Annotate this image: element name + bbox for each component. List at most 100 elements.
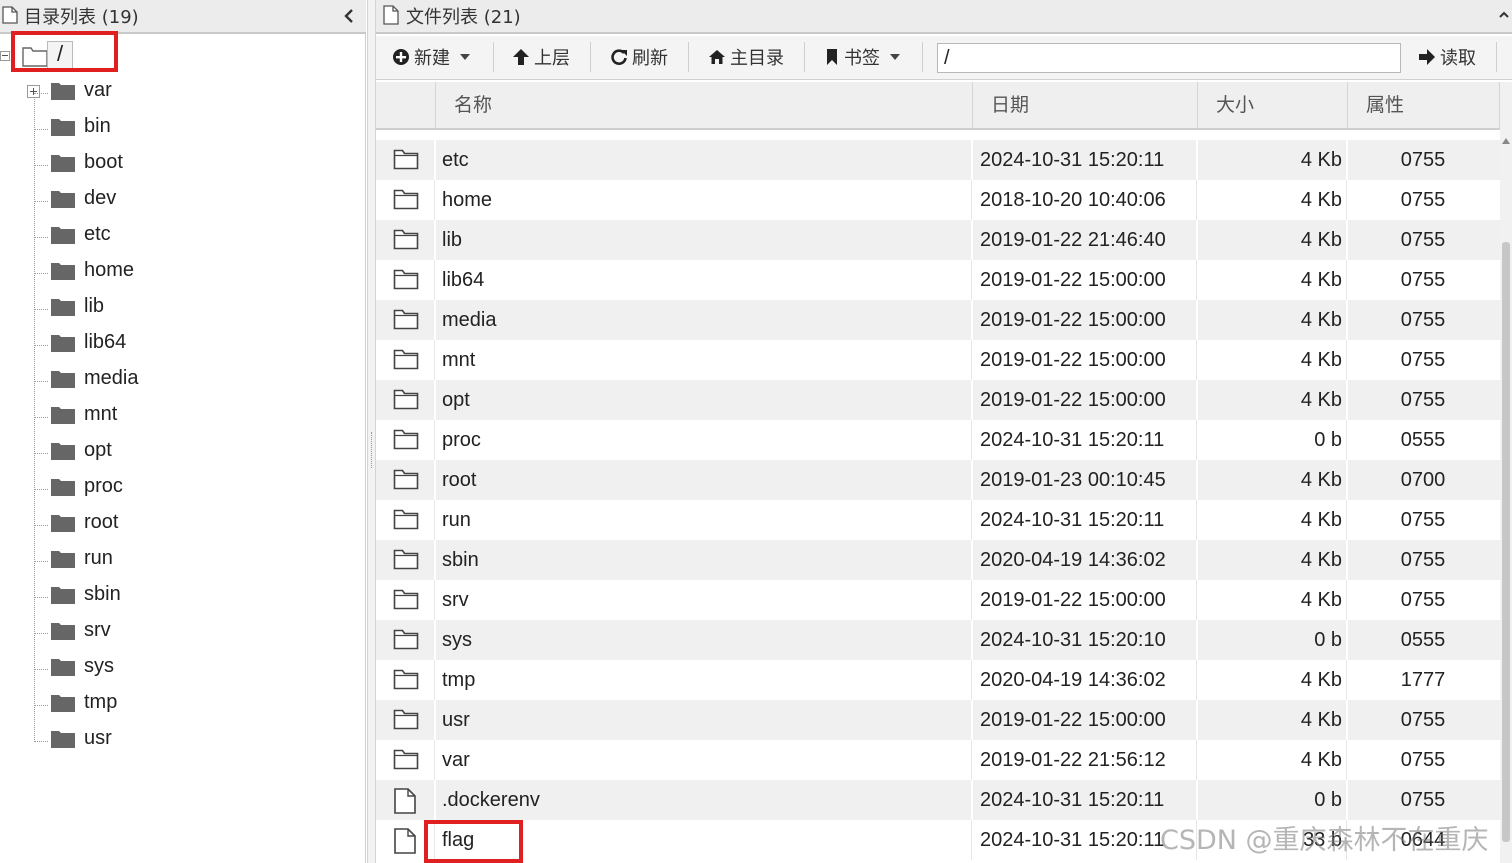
collapse-node-icon[interactable] xyxy=(0,51,10,61)
column-divider xyxy=(434,460,436,500)
folder-filled-icon xyxy=(51,83,75,100)
file-name[interactable]: media xyxy=(442,300,496,340)
tree-item-opt[interactable]: opt xyxy=(34,435,334,471)
scrollbar-thumb[interactable] xyxy=(1502,242,1510,842)
file-row-flag[interactable]: flag 2024-10-31 15:20:11 33 b 0644 xyxy=(376,820,1500,860)
folder-row-lib64[interactable]: lib64 2019-01-22 15:00:00 4 Kb 0755 xyxy=(376,260,1500,300)
file-name[interactable]: run xyxy=(442,500,471,540)
splitter-grip[interactable] xyxy=(371,432,373,468)
folder-row-lib[interactable]: lib 2019-01-22 21:46:40 4 Kb 0755 xyxy=(376,220,1500,260)
tree-item-etc[interactable]: etc xyxy=(34,219,334,255)
file-date: 2020-04-19 14:36:02 xyxy=(980,669,1166,691)
new-button[interactable]: 新建 xyxy=(392,42,470,72)
path-input[interactable] xyxy=(937,43,1401,73)
file-size: 4 Kb xyxy=(1300,189,1342,211)
folder-row-srv[interactable]: srv 2019-01-22 15:00:00 4 Kb 0755 xyxy=(376,580,1500,620)
folder-row-home[interactable]: home 2018-10-20 10:40:06 4 Kb 0755 xyxy=(376,180,1500,220)
folder-row-media[interactable]: media 2019-01-22 15:00:00 4 Kb 0755 xyxy=(376,300,1500,340)
folder-row-sbin[interactable]: sbin 2020-04-19 14:36:02 4 Kb 0755 xyxy=(376,540,1500,580)
file-name[interactable]: proc xyxy=(442,420,481,460)
file-row-dockerenv[interactable]: .dockerenv 2024-10-31 15:20:11 0 b 0755 xyxy=(376,780,1500,820)
tree-item-bin[interactable]: bin xyxy=(34,111,334,147)
tree-item-sbin[interactable]: sbin xyxy=(34,579,334,615)
directory-panel-header: 目录列表 (19) xyxy=(0,0,366,34)
file-date: 2024-10-31 15:20:11 xyxy=(980,429,1165,451)
file-name[interactable]: sys xyxy=(442,620,472,660)
tree-item-proc[interactable]: proc xyxy=(34,471,334,507)
file-name[interactable]: lib64 xyxy=(442,260,484,300)
row-icon-cell xyxy=(376,340,434,380)
chevron-up-icon[interactable] xyxy=(1498,8,1510,22)
folder-row-var[interactable]: var 2019-01-22 21:56:12 4 Kb 0755 xyxy=(376,740,1500,780)
file-name[interactable]: etc xyxy=(442,140,469,180)
column-header-size[interactable]: 大小 xyxy=(1198,82,1348,128)
file-attr: 0755 xyxy=(1400,309,1446,331)
tree-item-media[interactable]: media xyxy=(34,363,334,399)
tree-item-label: tmp xyxy=(84,691,118,713)
tree-item-sys[interactable]: sys xyxy=(34,651,334,687)
home-button[interactable]: 主目录 xyxy=(708,42,784,72)
file-name[interactable]: tmp xyxy=(442,660,475,700)
tree-item-var[interactable]: var xyxy=(34,75,334,111)
tree-item-boot[interactable]: boot xyxy=(34,147,334,183)
column-divider xyxy=(971,340,972,380)
file-date: 2019-01-22 15:00:00 xyxy=(980,709,1166,731)
file-date: 2024-10-31 15:20:11 xyxy=(980,829,1165,851)
refresh-button[interactable]: 刷新 xyxy=(610,42,668,72)
column-header-date[interactable]: 日期 xyxy=(973,82,1198,128)
column-divider xyxy=(1346,500,1347,540)
panel-splitter[interactable] xyxy=(367,0,376,863)
folder-row-run[interactable]: run 2024-10-31 15:20:11 4 Kb 0755 xyxy=(376,500,1500,540)
file-name[interactable]: .dockerenv xyxy=(442,780,540,820)
tree-connector xyxy=(34,561,48,562)
folder-filled-icon xyxy=(51,443,75,460)
file-name[interactable]: srv xyxy=(442,580,469,620)
scroll-up-icon[interactable] xyxy=(1502,138,1510,144)
vertical-scrollbar[interactable] xyxy=(1500,82,1512,863)
tree-item-dev[interactable]: dev xyxy=(34,183,334,219)
folder-row-tmp[interactable]: tmp 2020-04-19 14:36:02 4 Kb 1777 xyxy=(376,660,1500,700)
column-header-attr[interactable]: 属性 xyxy=(1348,82,1500,128)
tree-item-mnt[interactable]: mnt xyxy=(34,399,334,435)
folder-row-proc[interactable]: proc 2024-10-31 15:20:11 0 b 0555 xyxy=(376,420,1500,460)
folder-outline-icon xyxy=(393,709,419,730)
file-name[interactable]: lib xyxy=(442,220,462,260)
row-icon-cell xyxy=(376,780,434,820)
file-name[interactable]: opt xyxy=(442,380,470,420)
column-divider xyxy=(971,140,973,180)
read-button[interactable]: 读取 xyxy=(1418,42,1476,72)
column-divider xyxy=(434,540,436,580)
tree-item-root[interactable]: root xyxy=(34,507,334,543)
folder-outline-icon xyxy=(393,429,419,450)
tree-item-srv[interactable]: srv xyxy=(34,615,334,651)
tree-item-tmp[interactable]: tmp xyxy=(34,687,334,723)
column-divider xyxy=(971,660,972,700)
column-divider xyxy=(434,380,436,420)
file-size: 4 Kb xyxy=(1300,509,1342,531)
column-header-name[interactable]: 名称 xyxy=(436,82,973,128)
column-divider xyxy=(1196,540,1198,580)
file-name[interactable]: usr xyxy=(442,700,470,740)
file-name[interactable]: mnt xyxy=(442,340,475,380)
folder-row-opt[interactable]: opt 2019-01-22 15:00:00 4 Kb 0755 xyxy=(376,380,1500,420)
tree-item-run[interactable]: run xyxy=(34,543,334,579)
row-icon-cell xyxy=(376,420,434,460)
chevron-left-icon[interactable] xyxy=(342,7,356,25)
bookmark-button[interactable]: 书签 xyxy=(824,42,900,72)
toolbar-divider xyxy=(804,42,805,72)
folder-row-etc[interactable]: etc 2024-10-31 15:20:11 4 Kb 0755 xyxy=(376,140,1500,180)
file-name[interactable]: root xyxy=(442,460,476,500)
file-name[interactable]: var xyxy=(442,740,470,780)
file-name[interactable]: sbin xyxy=(442,540,479,580)
tree-item-home[interactable]: home xyxy=(34,255,334,291)
folder-row-sys[interactable]: sys 2024-10-31 15:20:10 0 b 0555 xyxy=(376,620,1500,660)
folder-row-usr[interactable]: usr 2019-01-22 15:00:00 4 Kb 0755 xyxy=(376,700,1500,740)
up-button[interactable]: 上层 xyxy=(512,42,570,72)
folder-row-root[interactable]: root 2019-01-23 00:10:45 4 Kb 0700 xyxy=(376,460,1500,500)
tree-item-lib[interactable]: lib xyxy=(34,291,334,327)
folder-row-mnt[interactable]: mnt 2019-01-22 15:00:00 4 Kb 0755 xyxy=(376,340,1500,380)
tree-item-lib64[interactable]: lib64 xyxy=(34,327,334,363)
tree-item-usr[interactable]: usr xyxy=(34,723,334,759)
file-name[interactable]: home xyxy=(442,180,492,220)
file-size: 4 Kb xyxy=(1300,389,1342,411)
